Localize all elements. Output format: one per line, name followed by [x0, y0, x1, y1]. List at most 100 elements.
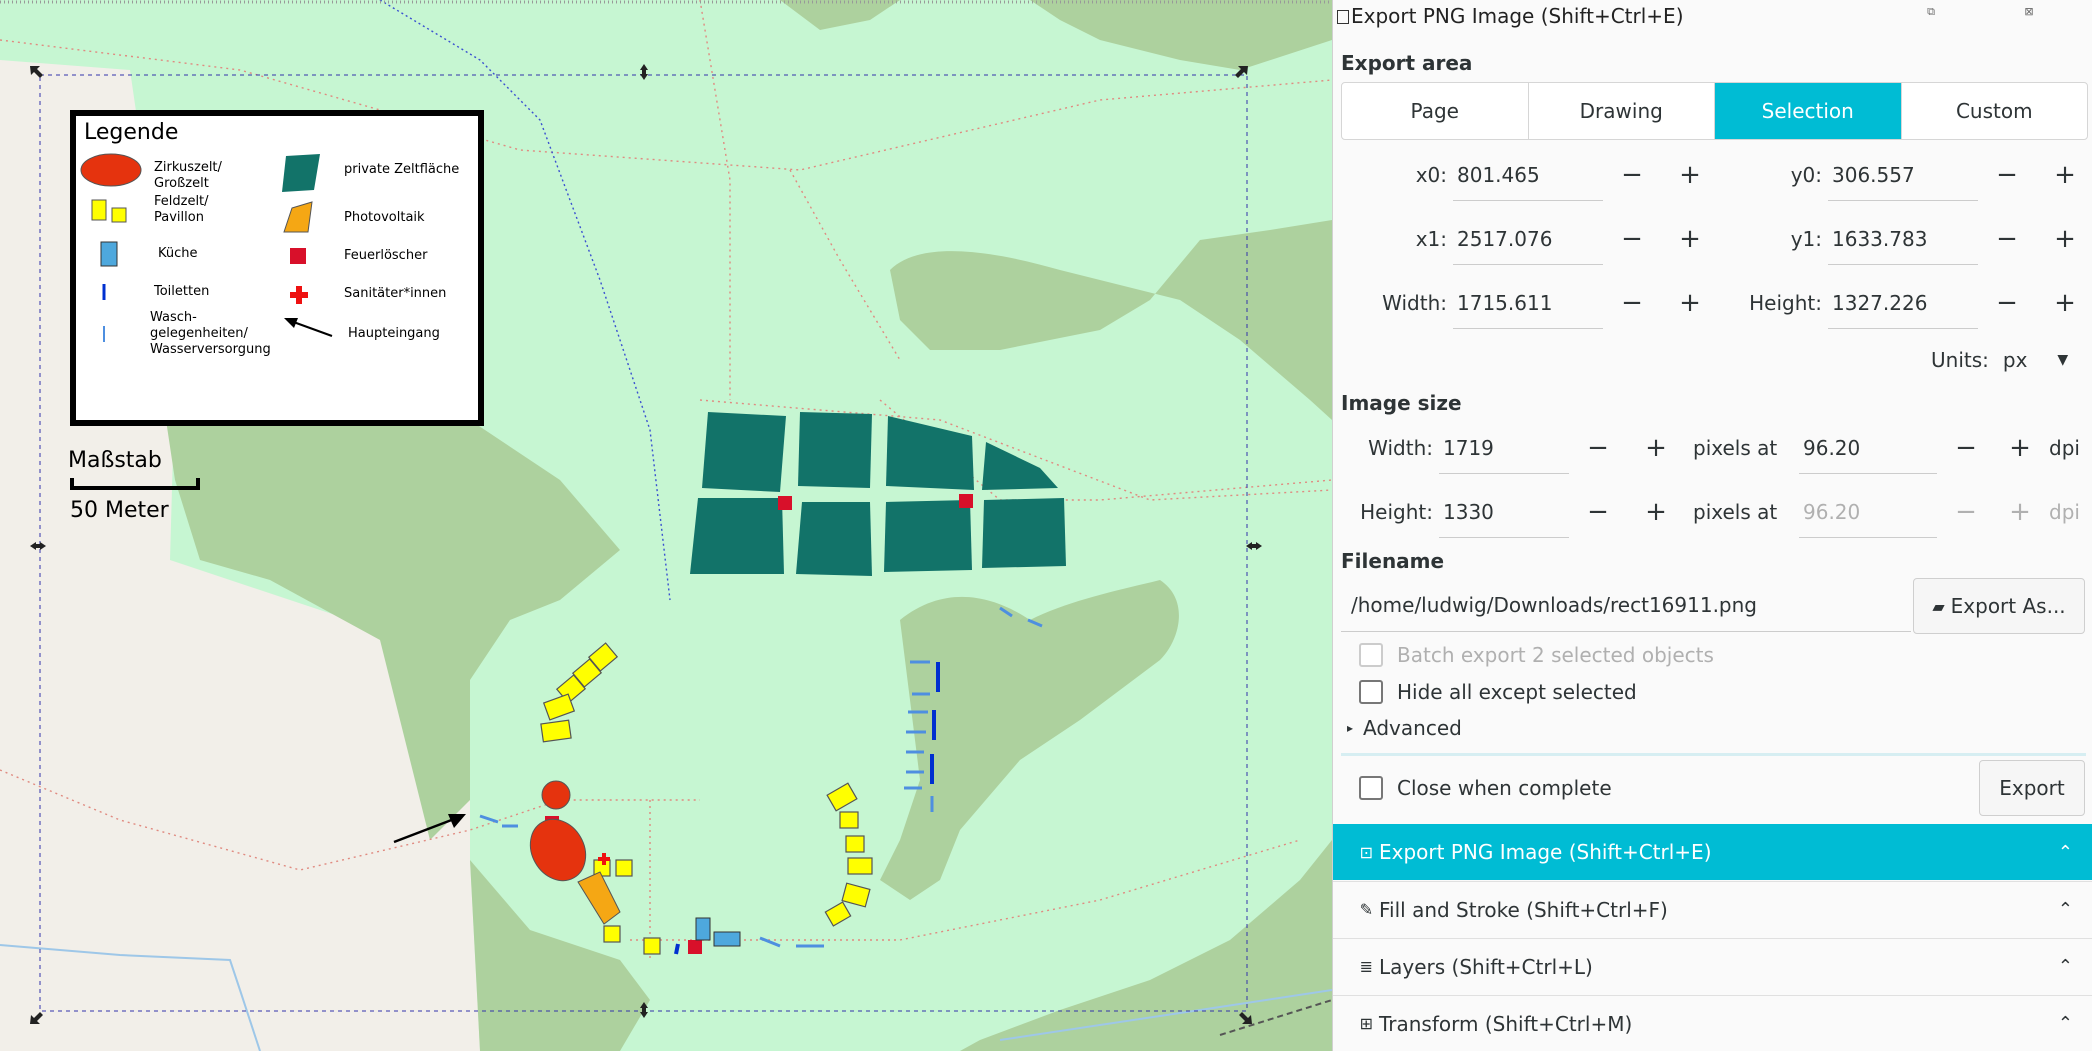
- hide-except-checkbox[interactable]: [1359, 680, 1383, 704]
- photovoltaic: [577, 871, 621, 925]
- hide-except-row[interactable]: Hide all except selected: [1359, 680, 1637, 704]
- width-field[interactable]: 1715.611: [1453, 277, 1603, 329]
- tab-page[interactable]: Page: [1342, 83, 1529, 139]
- height-increment[interactable]: +: [2036, 288, 2092, 318]
- height-label: Height:: [1749, 291, 1822, 315]
- pavilions: [540, 642, 873, 955]
- legend-label-extinguisher: Feuerlöscher: [344, 248, 428, 263]
- dock-label-1: Fill and Stroke (Shift+Ctrl+F): [1379, 897, 1668, 922]
- filename-field[interactable]: /home/ludwig/Downloads/rect16911.png: [1341, 578, 1911, 632]
- forest-right-upper: [890, 0, 1332, 420]
- legend-label-washing: Wasch- gelegenheiten/ Wasserversorgung: [150, 310, 271, 357]
- legend-label-medic: Sanitäter*innen: [344, 286, 447, 301]
- width-row: Width: 1715.611 − +: [1333, 276, 1719, 330]
- hide-except-label: Hide all except selected: [1397, 680, 1637, 704]
- forest-center-right: [880, 580, 1179, 900]
- img-height-decrement[interactable]: −: [1569, 497, 1627, 527]
- dock-fill-stroke[interactable]: ✎ Fill and Stroke (Shift+Ctrl+F) ⌃: [1333, 881, 2092, 937]
- pixels-at-label: pixels at: [1693, 436, 1778, 460]
- dpi-field[interactable]: 96.20: [1799, 422, 1937, 474]
- forest-top-right: [1030, 0, 1332, 70]
- y0-label: y0:: [1790, 163, 1822, 187]
- units-label: Units:: [1931, 348, 1989, 372]
- units-value: px: [2002, 348, 2028, 372]
- close-icon[interactable]: ⊠: [2021, 4, 2037, 20]
- dpi2-increment: +: [2009, 497, 2031, 527]
- forest-bottom-center: [470, 860, 650, 1051]
- export-area-heading: Export area: [1341, 51, 1473, 75]
- dialog-title-text: Export PNG Image (Shift+Ctrl+E): [1351, 4, 1684, 28]
- legend-label-kitchen: Küche: [158, 246, 198, 261]
- x0-decrement[interactable]: −: [1603, 160, 1661, 190]
- export-icon: [1337, 10, 1349, 24]
- tab-custom[interactable]: Custom: [1902, 83, 2088, 139]
- height-field[interactable]: 1327.226: [1828, 277, 1978, 329]
- export-button[interactable]: Export: [1979, 760, 2085, 816]
- img-width-increment[interactable]: +: [1627, 433, 1685, 463]
- export-as-label: Export As...: [1950, 594, 2066, 618]
- dpi-increment[interactable]: +: [1995, 433, 2045, 463]
- x0-field[interactable]: 801.465: [1453, 149, 1603, 201]
- legend-label-private-area: private Zeltfläche: [344, 162, 460, 177]
- y1-decrement[interactable]: −: [1978, 224, 2036, 254]
- img-width-field[interactable]: 1719: [1439, 422, 1569, 474]
- image-size-heading: Image size: [1341, 391, 1462, 415]
- dock-export-png[interactable]: ⊡ Export PNG Image (Shift+Ctrl+E) ⌃: [1333, 824, 2092, 880]
- chevron-up-icon: ⌃: [2057, 956, 2073, 977]
- tab-selection[interactable]: Selection: [1715, 83, 1902, 139]
- img-height-increment[interactable]: +: [1627, 497, 1685, 527]
- width-decrement[interactable]: −: [1603, 288, 1661, 318]
- y0-decrement[interactable]: −: [1978, 160, 2036, 190]
- height-decrement[interactable]: −: [1978, 288, 2036, 318]
- export-icon: ⊡: [1359, 842, 1373, 862]
- drawing-canvas[interactable]: Legende Zirkuszelt/ Großzelt Feldzelt/ P…: [0, 0, 1332, 1051]
- dock-label-0: Export PNG Image (Shift+Ctrl+E): [1379, 840, 1712, 864]
- chevron-up-icon: ⌃: [2057, 899, 2073, 920]
- dpi-field-disabled: 96.20: [1799, 486, 1937, 538]
- layers-icon: ≣: [1359, 957, 1373, 976]
- x1-decrement[interactable]: −: [1603, 224, 1661, 254]
- dock-label-2: Layers (Shift+Ctrl+L): [1379, 954, 1593, 979]
- y0-increment[interactable]: +: [2036, 160, 2092, 190]
- y0-field[interactable]: 306.557: [1828, 149, 1978, 201]
- height-row: Height: 1327.226 − +: [1710, 276, 2092, 330]
- kitchens: [695, 917, 741, 947]
- expander-arrow-icon: ▸: [1347, 721, 1354, 735]
- units-row: Units: px ▼: [1931, 333, 2089, 387]
- close-when-complete-row[interactable]: Close when complete: [1359, 776, 1612, 800]
- legend-label-pv: Photovoltaik: [344, 210, 425, 225]
- x0-label: x0:: [1415, 163, 1447, 187]
- forest-top: [780, 0, 900, 30]
- width-label: Width:: [1382, 291, 1447, 315]
- dock-transform[interactable]: ⊞ Transform (Shift+Ctrl+M) ⌃: [1333, 995, 2092, 1051]
- legend-label-toilets: Toiletten: [154, 284, 210, 299]
- img-width-decrement[interactable]: −: [1569, 433, 1627, 463]
- export-dialog-panel: Export PNG Image (Shift+Ctrl+E) ⧉ ⊠ Expo…: [1332, 0, 2092, 1051]
- scale-bar: [70, 478, 200, 490]
- tent-areas: [690, 412, 1066, 576]
- forest-bottom-right: [960, 840, 1332, 1051]
- x1-label: x1:: [1415, 227, 1447, 251]
- advanced-expander[interactable]: ▸ Advanced: [1347, 716, 1462, 740]
- dialog-title: Export PNG Image (Shift+Ctrl+E): [1337, 4, 1684, 28]
- y1-increment[interactable]: +: [2036, 224, 2092, 254]
- tab-drawing[interactable]: Drawing: [1529, 83, 1715, 139]
- legend-label-circus: Zirkuszelt/ Großzelt: [154, 160, 222, 191]
- brush-icon: ✎: [1359, 900, 1373, 919]
- close-when-complete-checkbox[interactable]: [1359, 776, 1383, 800]
- y1-field[interactable]: 1633.783: [1828, 213, 1978, 265]
- chevron-up-icon: ⌃: [2057, 841, 2073, 863]
- y1-label: y1:: [1790, 227, 1822, 251]
- toilets: [674, 662, 940, 955]
- batch-export-row: Batch export 2 selected objects: [1359, 643, 1714, 667]
- dock-layers[interactable]: ≣ Layers (Shift+Ctrl+L) ⌃: [1333, 938, 2092, 994]
- units-select[interactable]: px ▼: [1999, 334, 2089, 386]
- detach-icon[interactable]: ⧉: [1923, 4, 1939, 20]
- circus-tent-small: [541, 780, 571, 810]
- img-height-field[interactable]: 1330: [1439, 486, 1569, 538]
- export-as-button[interactable]: ▰ Export As...: [1913, 578, 2085, 634]
- x1-row: x1: 2517.076 − +: [1333, 212, 1719, 266]
- dpi-decrement[interactable]: −: [1937, 433, 1995, 463]
- x1-field[interactable]: 2517.076: [1453, 213, 1603, 265]
- y0-row: y0: 306.557 − +: [1710, 148, 2092, 202]
